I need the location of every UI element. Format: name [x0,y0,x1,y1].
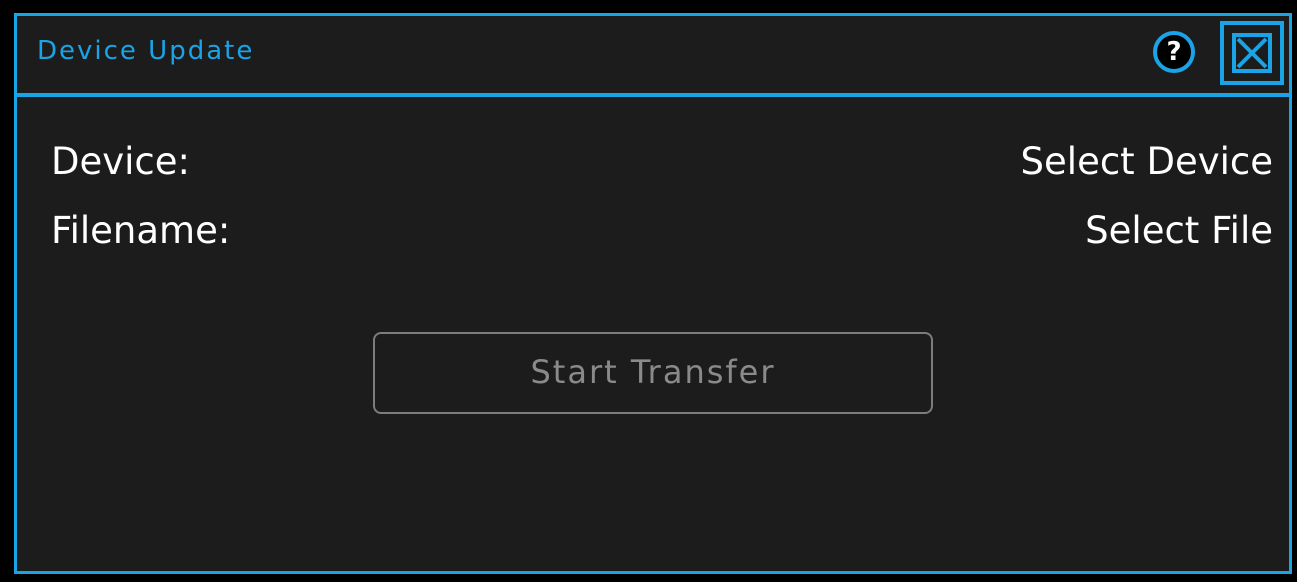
device-label: Device: [51,140,191,183]
dialog-titlebar: Device Update ? [17,16,1289,97]
filename-row: Filename: Select File [51,209,1273,259]
select-file-link[interactable]: Select File [1085,209,1273,252]
help-icon[interactable]: ? [1153,31,1195,73]
dialog-title: Device Update [37,36,255,66]
device-row: Device: Select Device [51,140,1273,190]
start-transfer-button[interactable]: Start Transfer [373,332,933,414]
close-button[interactable] [1220,21,1284,85]
select-device-link[interactable]: Select Device [1021,140,1273,183]
device-update-dialog: Device Update ? Device: Select Device Fi… [14,13,1292,574]
filename-label: Filename: [51,209,231,252]
close-icon [1232,33,1272,73]
